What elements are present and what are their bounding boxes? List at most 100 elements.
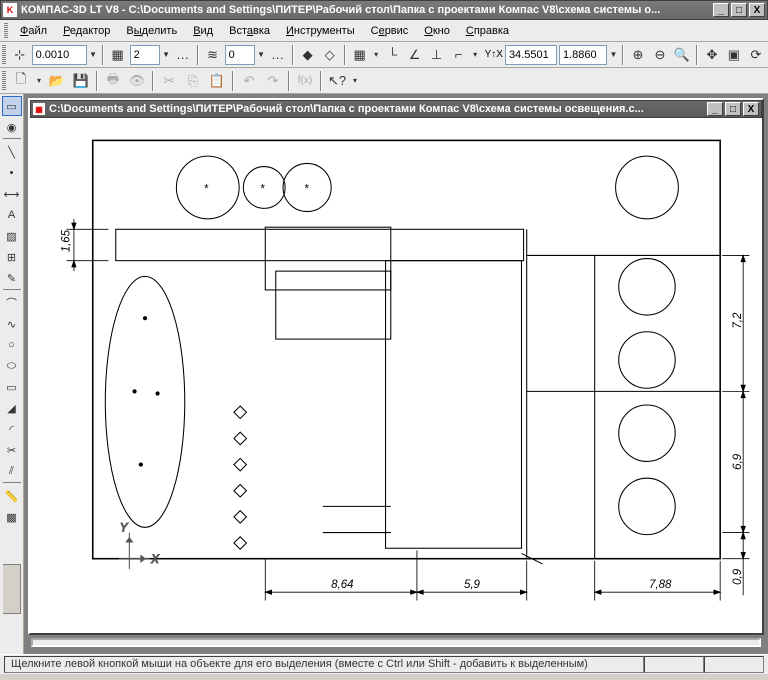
status-cell-2 bbox=[644, 656, 704, 673]
angle-icon[interactable]: ∠ bbox=[405, 44, 425, 66]
circle-tool-icon[interactable]: ○ bbox=[2, 335, 22, 355]
hatch2-tool-icon[interactable]: ▩ bbox=[2, 507, 22, 527]
menu-help[interactable]: Справка bbox=[458, 23, 517, 39]
spline-tool-icon[interactable]: ∿ bbox=[2, 314, 22, 334]
dim-v3: 0,9 bbox=[732, 568, 744, 585]
close-button[interactable]: X bbox=[749, 3, 765, 17]
offset-tool-icon[interactable]: ⫽ bbox=[2, 461, 22, 481]
grip-icon bbox=[4, 23, 8, 39]
edit-tool-icon[interactable]: ✎ bbox=[2, 268, 22, 288]
hatch-tool-icon[interactable]: ▨ bbox=[2, 226, 22, 246]
point-tool-icon[interactable]: • bbox=[2, 163, 22, 183]
doc-maximize-button[interactable]: □ bbox=[725, 102, 741, 116]
doc-minimize-button[interactable]: _ bbox=[707, 102, 723, 116]
dropdown-icon[interactable]: ▼ bbox=[89, 50, 98, 59]
dropdown-icon[interactable]: ▾ bbox=[34, 76, 44, 85]
trim-tool-icon[interactable]: ✂ bbox=[2, 440, 22, 460]
document-area: ▦ C:\Documents and Settings\ПИТЕР\Рабочи… bbox=[24, 94, 768, 654]
arc-tool-icon[interactable]: ⌒ bbox=[2, 293, 22, 313]
menu-file[interactable]: Файл bbox=[12, 23, 55, 39]
linestyle-icon[interactable]: ≋ bbox=[203, 44, 223, 66]
dropdown-icon[interactable]: ▾ bbox=[372, 50, 381, 59]
redo-icon[interactable]: ↷ bbox=[262, 70, 284, 92]
dim-v1: 7,2 bbox=[732, 312, 744, 329]
dim-tool-icon[interactable]: ⟷ bbox=[2, 184, 22, 204]
drawing-canvas[interactable]: * * * bbox=[30, 118, 762, 633]
zoom-window-icon[interactable]: 🔍 bbox=[672, 44, 692, 66]
main-area: ▭ ◉ ╲ • ⟷ A ▨ ⊞ ✎ ⌒ ∿ ○ ⬭ ▭ ◢ ◜ ✂ ⫽ 📏 ▩ … bbox=[0, 94, 768, 654]
maximize-button[interactable]: □ bbox=[731, 3, 747, 17]
grip-icon bbox=[2, 71, 6, 91]
step-input[interactable] bbox=[32, 45, 87, 65]
y-input[interactable] bbox=[559, 45, 607, 65]
copy-icon[interactable]: ⎘ bbox=[182, 70, 204, 92]
cut-icon[interactable]: ✂ bbox=[158, 70, 180, 92]
help-cursor-icon[interactable]: ↖? bbox=[326, 70, 348, 92]
eraser2-icon[interactable]: ◇ bbox=[320, 44, 340, 66]
layer-icon[interactable]: ▦ bbox=[108, 44, 128, 66]
undo-icon[interactable]: ↶ bbox=[238, 70, 260, 92]
zoom-out-icon[interactable]: ⊖ bbox=[650, 44, 670, 66]
pan-icon[interactable]: ✥ bbox=[702, 44, 722, 66]
print-icon[interactable]: 🖶 bbox=[102, 70, 124, 92]
snap-icon[interactable]: ⊹ bbox=[10, 44, 30, 66]
chamfer-tool-icon[interactable]: ◢ bbox=[2, 398, 22, 418]
menu-window[interactable]: Окно bbox=[416, 23, 458, 39]
paste-icon[interactable]: 📋 bbox=[206, 70, 228, 92]
fit-icon[interactable]: ▣ bbox=[724, 44, 744, 66]
save-icon[interactable]: 💾 bbox=[70, 70, 92, 92]
dim-v2: 6,9 bbox=[732, 453, 744, 470]
dropdown-icon[interactable]: ▾ bbox=[350, 76, 360, 85]
table-tool-icon[interactable]: ⊞ bbox=[2, 247, 22, 267]
fx-icon[interactable]: f(x) bbox=[294, 70, 316, 92]
layer-input[interactable] bbox=[130, 45, 160, 65]
menu-service[interactable]: Сервис bbox=[363, 23, 417, 39]
menu-select[interactable]: Выделить bbox=[118, 23, 185, 39]
dim-w3: 7,88 bbox=[649, 579, 672, 591]
dropdown-icon[interactable]: ▼ bbox=[257, 50, 266, 59]
round-icon[interactable]: ⌐ bbox=[449, 44, 469, 66]
select-tool-icon[interactable]: ▭ bbox=[2, 96, 22, 116]
doc-icon: ▦ bbox=[33, 103, 45, 115]
preview-icon[interactable]: 👁 bbox=[126, 70, 148, 92]
status-cell-3 bbox=[704, 656, 764, 673]
linestyle-button[interactable]: … bbox=[268, 44, 288, 66]
ortho-icon[interactable]: └ bbox=[383, 44, 403, 66]
menu-insert[interactable]: Вставка bbox=[221, 23, 278, 39]
open-icon[interactable]: 📂 bbox=[46, 70, 68, 92]
minimize-button[interactable]: _ bbox=[713, 3, 729, 17]
doc-titlebar: ▦ C:\Documents and Settings\ПИТЕР\Рабочи… bbox=[30, 100, 762, 118]
text-tool-icon[interactable]: A bbox=[2, 205, 22, 225]
rect-tool-icon[interactable]: ▭ bbox=[2, 377, 22, 397]
status-bar: Щелкните левой кнопкой мыши на объекте д… bbox=[0, 654, 768, 674]
menu-view[interactable]: Вид bbox=[185, 23, 221, 39]
new-icon[interactable]: 🗋 bbox=[10, 70, 32, 92]
fillet-tool-icon[interactable]: ◜ bbox=[2, 419, 22, 439]
linestyle-input[interactable] bbox=[225, 45, 255, 65]
redraw-icon[interactable]: ⟳ bbox=[746, 44, 766, 66]
grid-icon[interactable]: ▦ bbox=[350, 44, 370, 66]
svg-text:*: * bbox=[304, 184, 309, 196]
eraser-icon[interactable]: ◆ bbox=[298, 44, 318, 66]
zoom-in-icon[interactable]: ⊕ bbox=[628, 44, 648, 66]
menu-editor[interactable]: Редактор bbox=[55, 23, 118, 39]
layers-button[interactable]: … bbox=[173, 44, 193, 66]
x-input[interactable] bbox=[505, 45, 557, 65]
window-title: КОМПАС-3D LT V8 - C:\Documents and Setti… bbox=[21, 4, 713, 16]
geometry-tool-icon[interactable]: ◉ bbox=[2, 117, 22, 137]
ellipse-tool-icon[interactable]: ⬭ bbox=[2, 356, 22, 376]
toolbar-2: 🗋▾ 📂 💾 🖶 👁 ✂ ⎘ 📋 ↶ ↷ f(x) ↖?▾ bbox=[0, 68, 768, 94]
app-icon: K bbox=[3, 3, 17, 17]
measure-tool-icon[interactable]: 📏 bbox=[2, 486, 22, 506]
dropdown-icon[interactable]: ▾ bbox=[471, 50, 480, 59]
side-tab[interactable] bbox=[3, 564, 21, 614]
dropdown-icon[interactable]: ▼ bbox=[162, 50, 171, 59]
dim-w2: 5,9 bbox=[464, 579, 481, 591]
perp-icon[interactable]: ⊥ bbox=[427, 44, 447, 66]
status-text: Щелкните левой кнопкой мыши на объекте д… bbox=[4, 656, 644, 673]
svg-text:*: * bbox=[260, 184, 265, 196]
menu-tools[interactable]: Инструменты bbox=[278, 23, 363, 39]
line-tool-icon[interactable]: ╲ bbox=[2, 142, 22, 162]
dropdown-icon[interactable]: ▼ bbox=[609, 50, 618, 59]
doc-close-button[interactable]: X bbox=[743, 102, 759, 116]
